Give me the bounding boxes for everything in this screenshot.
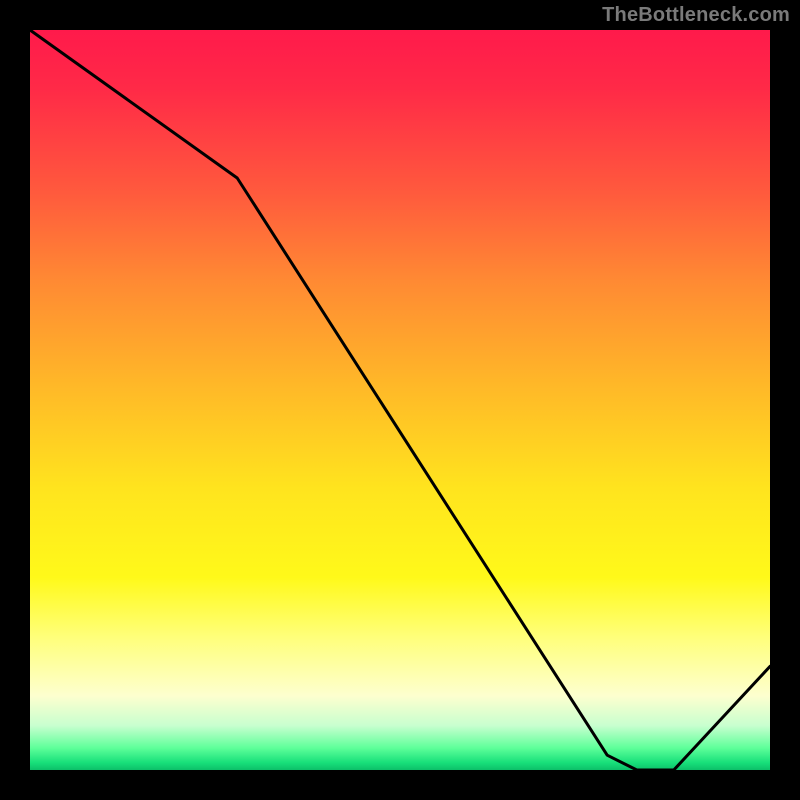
plot-area: [30, 30, 770, 770]
watermark-label: TheBottleneck.com: [602, 4, 790, 27]
bottleneck-curve: [30, 30, 770, 770]
chart-container: TheBottleneck.com: [0, 0, 800, 800]
